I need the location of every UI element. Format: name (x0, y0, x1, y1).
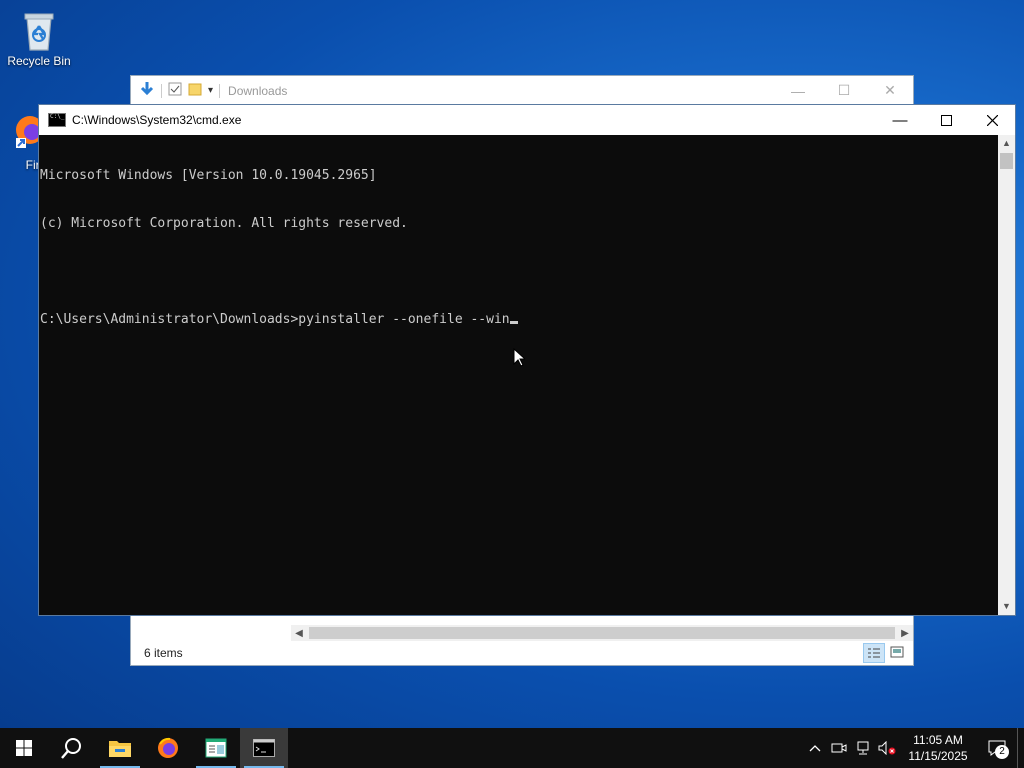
notification-badge: 2 (995, 745, 1009, 759)
mouse-pointer-icon (513, 347, 527, 372)
large-icons-view-icon[interactable] (887, 643, 907, 661)
item-count: 6 items (144, 646, 183, 660)
console-line: Microsoft Windows [Version 10.0.19045.29… (40, 168, 377, 183)
scroll-right-icon[interactable]: ▶ (897, 628, 913, 639)
maximize-button[interactable] (923, 105, 969, 135)
volume-muted-icon[interactable] (875, 728, 899, 768)
scrollbar-thumb[interactable] (309, 627, 895, 639)
show-desktop-button[interactable] (1017, 728, 1024, 768)
taskbar-firefox[interactable] (144, 728, 192, 768)
text-cursor (509, 321, 518, 324)
command-prompt-window[interactable]: C:\Windows\System32\cmd.exe — Microsoft … (38, 104, 1016, 616)
desktop-icon-recycle-bin[interactable]: Recycle Bin (1, 8, 77, 68)
vertical-scrollbar[interactable]: ▲ ▼ (998, 135, 1015, 615)
quick-access-toolbar: ▾ (131, 81, 221, 100)
system-tray: 11:05 AM 11/15/2025 2 (803, 728, 1024, 768)
new-folder-icon[interactable] (188, 82, 202, 99)
taskbar-app[interactable] (192, 728, 240, 768)
console-input-line[interactable]: C:\Users\Administrator\Downloads>pyinsta… (40, 312, 998, 328)
search-icon (61, 738, 81, 759)
cmd-titlebar[interactable]: C:\Windows\System32\cmd.exe — (39, 105, 1015, 135)
console-command-text: C:\Users\Administrator\Downloads>pyinsta… (40, 312, 510, 327)
cmd-title: C:\Windows\System32\cmd.exe (72, 113, 242, 127)
minimize-button[interactable]: — (877, 105, 923, 135)
download-arrow-icon[interactable] (139, 81, 155, 100)
taskbar: 11:05 AM 11/15/2025 2 (0, 728, 1024, 768)
file-explorer-icon (109, 741, 131, 757)
minimize-button[interactable]: — (775, 76, 821, 105)
start-button[interactable] (0, 728, 48, 768)
search-button[interactable] (48, 728, 96, 768)
close-button[interactable] (969, 105, 1015, 135)
clock[interactable]: 11:05 AM 11/15/2025 (899, 732, 977, 764)
cmd-app-icon (48, 113, 66, 127)
action-center-button[interactable]: 2 (977, 728, 1017, 768)
meet-now-icon[interactable] (827, 728, 851, 768)
toolbar-separator (219, 83, 221, 98)
clock-date: 11/15/2025 (908, 749, 968, 763)
status-bar: 6 items (131, 641, 913, 665)
scroll-up-icon[interactable]: ▲ (998, 135, 1015, 152)
details-view-icon[interactable] (863, 643, 885, 663)
maximize-button[interactable]: ☐ (821, 76, 867, 105)
taskbar-command-prompt[interactable] (240, 728, 288, 768)
taskbar-file-explorer[interactable] (96, 728, 144, 768)
scrollbar-thumb[interactable] (1000, 153, 1013, 169)
scroll-left-icon[interactable]: ◀ (291, 628, 307, 639)
desktop-icon-label: Recycle Bin (7, 54, 71, 68)
firefox-icon (158, 737, 178, 758)
network-icon[interactable] (851, 728, 875, 768)
console-output[interactable]: Microsoft Windows [Version 10.0.19045.29… (39, 135, 998, 615)
clock-time: 11:05 AM (913, 733, 963, 747)
horizontal-scrollbar[interactable]: ◀ ▶ (291, 625, 913, 641)
windows-start-icon (16, 740, 32, 756)
command-prompt-icon (253, 739, 275, 757)
customize-toolbar-icon[interactable]: ▾ (208, 85, 213, 96)
show-hidden-icons-chevron-up-icon[interactable] (803, 728, 827, 768)
explorer-title: Downloads (228, 83, 288, 98)
firefox-icon (2, 112, 44, 156)
close-button[interactable]: ✕ (867, 76, 913, 105)
recycle-bin-icon (19, 8, 59, 52)
app-window-icon (205, 738, 227, 758)
explorer-titlebar[interactable]: ▾ Downloads — ☐ ✕ (131, 76, 913, 105)
properties-icon[interactable] (168, 82, 182, 99)
scroll-down-icon[interactable]: ▼ (998, 598, 1015, 615)
console-line: (c) Microsoft Corporation. All rights re… (40, 216, 408, 231)
toolbar-separator (161, 83, 162, 98)
